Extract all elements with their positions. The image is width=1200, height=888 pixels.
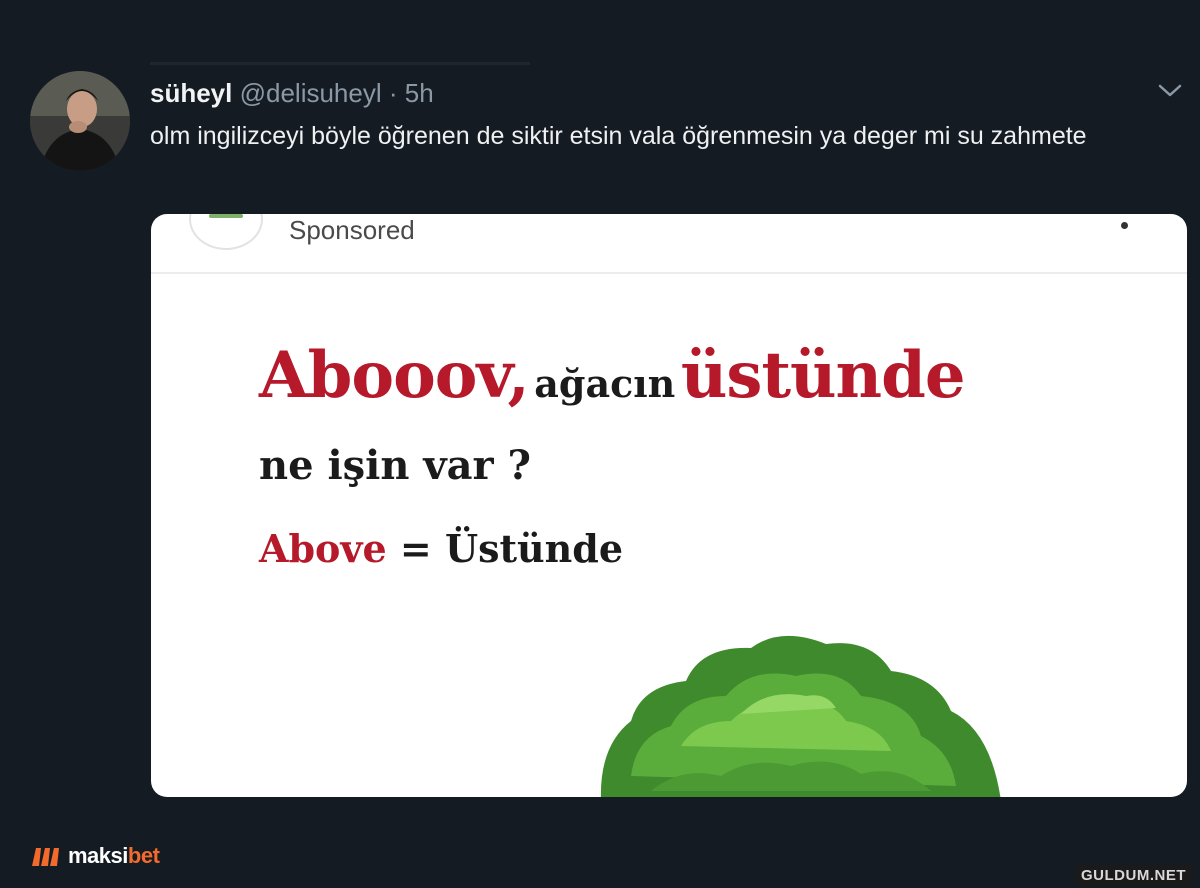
english-word: Above [259,526,387,571]
tweet-text: olm ingilizceyi böyle öğrenen de siktir … [150,122,1087,150]
avatar[interactable] [30,71,130,171]
author-name[interactable]: süheyl [150,78,232,108]
chevron-down-icon[interactable] [1154,78,1186,102]
advertiser-logo [189,214,263,250]
maksibet-logo-text: maksibet [68,843,160,868]
headline-word-ustunde: üstünde [680,338,966,413]
top-divider [150,62,530,65]
maksibet-logo: maksibet [30,843,160,869]
maksibet-logo-icon [32,848,59,866]
equals-sign: = [399,526,432,571]
avatar-photo [30,71,130,171]
header-separator: · [388,78,398,108]
sponsored-card[interactable]: Sponsored Abooov, ağacın üstünde ne işin… [151,214,1187,797]
tweet-timestamp[interactable]: 5h [405,78,434,108]
more-dot-icon[interactable] [1121,222,1128,229]
turkish-translation: Üstünde [444,526,624,571]
author-handle[interactable]: @delisuheyl [240,78,382,108]
headline-word-abooov: Abooov, [259,338,530,413]
tree-illustration [600,636,1001,797]
card-divider [151,272,1187,274]
ad-translation-line: Above = Üstünde [259,526,623,571]
tweet-header: süheyl @delisuheyl · 5h [150,76,434,110]
sponsored-label: Sponsored [289,215,415,245]
site-watermark: GULDUM.NET [1075,865,1192,886]
ad-headline: Abooov, ağacın üstünde [259,338,966,413]
ad-subheadline: ne işin var ? [259,442,531,489]
headline-word-agacin: ağacın [534,361,676,406]
